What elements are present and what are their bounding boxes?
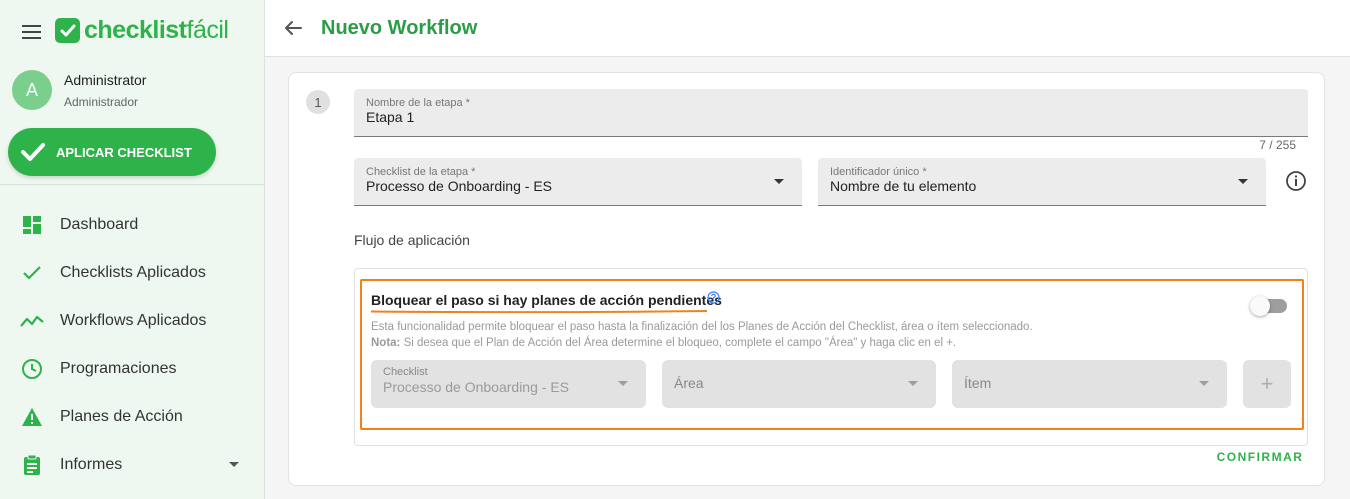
sidebar-item-planes-de-accion[interactable]: Planes de Acción — [0, 393, 265, 441]
sidebar: checklistfácil A Administrator Administr… — [0, 0, 265, 499]
user-role: Administrador — [64, 95, 139, 109]
help-icon[interactable] — [707, 291, 720, 304]
block-description: Esta funcionalidad permite bloquear el p… — [371, 321, 1033, 333]
logo[interactable]: checklistfácil — [55, 16, 229, 45]
block-step-toggle[interactable] — [1250, 296, 1288, 316]
step-number-badge: 1 — [306, 90, 330, 114]
unique-identifier-label: Identificador único * — [830, 166, 927, 178]
stage-name-value: Etapa 1 — [366, 109, 415, 125]
stage-checklist-value: Processo de Onboarding - ES — [366, 178, 552, 194]
dropdown-arrow-icon — [908, 381, 918, 386]
item-select[interactable]: Ítem — [952, 360, 1227, 408]
unique-identifier-select[interactable]: Identificador único * Nombre de tu eleme… — [818, 158, 1266, 206]
clipboard-icon — [20, 453, 44, 477]
sidebar-item-informes[interactable]: Informes — [0, 441, 265, 489]
add-button[interactable]: + — [1243, 360, 1291, 408]
avatar[interactable]: A — [12, 70, 52, 110]
check-icon — [20, 261, 44, 285]
sidebar-item-programaciones[interactable]: Programaciones — [0, 345, 265, 393]
logo-text: checklistfácil — [84, 16, 229, 44]
sidebar-item-label: Informes — [60, 456, 123, 473]
sidebar-item-label: Programaciones — [60, 360, 177, 377]
trending-icon — [20, 309, 44, 333]
application-flow-title: Flujo de aplicación — [354, 232, 470, 248]
apply-checklist-label: APLICAR CHECKLIST — [56, 144, 192, 160]
user-name: Administrator — [64, 72, 147, 88]
page-title: Nuevo Workflow — [321, 17, 478, 39]
dropdown-arrow-icon — [1199, 381, 1209, 386]
sidebar-item-workflows-aplicados[interactable]: Workflows Aplicados — [0, 297, 265, 345]
area-placeholder: Área — [674, 375, 704, 391]
confirm-button[interactable]: CONFIRMAR — [1210, 450, 1310, 464]
info-icon[interactable] — [1285, 170, 1307, 192]
back-arrow-icon[interactable] — [281, 16, 305, 40]
sidebar-item-label: Planes de Acción — [60, 408, 183, 425]
sidebar-item-label: Workflows Aplicados — [60, 312, 207, 329]
block-checklist-select[interactable]: Checklist Processo de Onboarding - ES — [371, 360, 646, 408]
block-checklist-value: Processo de Onboarding - ES — [383, 379, 569, 395]
stage-name-label: Nombre de la etapa * — [366, 97, 470, 109]
stage-checklist-select[interactable]: Checklist de la etapa * Processo de Onbo… — [354, 158, 802, 206]
toggle-thumb — [1250, 296, 1270, 316]
item-placeholder: Ítem — [964, 375, 992, 391]
check-icon — [21, 143, 45, 161]
block-note: Nota: Si desea que el Plan de Acción del… — [371, 337, 956, 349]
dashboard-icon — [20, 213, 44, 237]
menu-icon[interactable] — [22, 25, 41, 39]
stage-name-field[interactable]: Nombre de la etapa * Etapa 1 — [354, 89, 1308, 137]
sidebar-item-dashboard[interactable]: Dashboard — [0, 201, 265, 249]
sidebar-nav: Dashboard Checklists Aplicados Workflows… — [0, 201, 265, 489]
area-select[interactable]: Área — [662, 360, 936, 408]
unique-identifier-value: Nombre de tu elemento — [830, 178, 977, 194]
note-text: Si desea que el Plan de Acción del Área … — [400, 337, 957, 349]
note-label: Nota: — [371, 337, 401, 349]
top-bar: Nuevo Workflow — [265, 0, 1350, 57]
sidebar-item-checklists-aplicados[interactable]: Checklists Aplicados — [0, 249, 265, 297]
sidebar-item-label: Dashboard — [60, 216, 139, 233]
chevron-down-icon — [229, 462, 239, 467]
stage-checklist-label: Checklist de la etapa * — [366, 166, 476, 178]
char-counter: 7 / 255 — [1259, 138, 1296, 152]
clock-icon — [20, 357, 44, 381]
dropdown-arrow-icon — [774, 179, 784, 184]
apply-checklist-button[interactable]: APLICAR CHECKLIST — [8, 128, 216, 176]
dropdown-arrow-icon — [1238, 179, 1248, 184]
block-checklist-label: Checklist — [383, 366, 428, 378]
sidebar-item-label: Checklists Aplicados — [60, 264, 206, 281]
block-step-title: Bloquear el paso si hay planes de acción… — [371, 292, 722, 308]
sidebar-header: checklistfácil — [0, 0, 265, 60]
dropdown-arrow-icon — [618, 381, 628, 386]
sidebar-divider — [0, 184, 265, 185]
logo-check-icon — [55, 18, 80, 43]
warning-icon — [20, 405, 44, 429]
